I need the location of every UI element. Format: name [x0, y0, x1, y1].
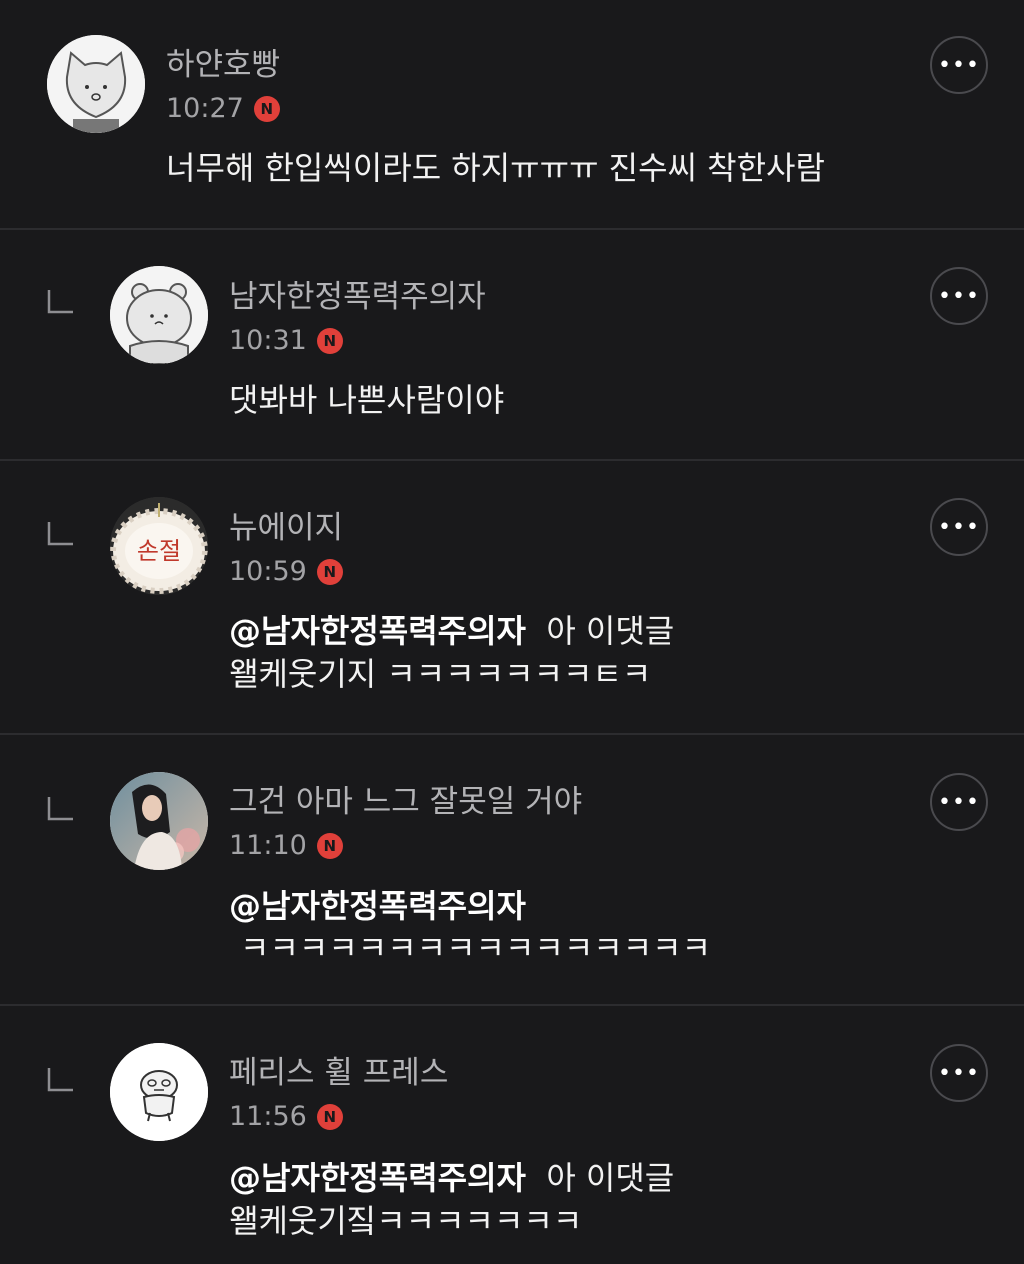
more-options-button[interactable]: •••	[930, 1044, 988, 1102]
comment-text-line: 왤케웃기지 ㅋㅋㅋㅋㅋㅋㅋㅌㅋ	[229, 655, 652, 693]
comment-text: @남자한정폭력주의자	[229, 884, 526, 928]
avatar[interactable]	[47, 35, 145, 133]
divider	[0, 733, 1024, 735]
comment-meta: 10:31 N	[229, 321, 343, 361]
mention-link[interactable]: @남자한정폭력주의자	[229, 887, 526, 925]
reply-arrow-icon	[47, 522, 75, 546]
mention-link[interactable]: @남자한정폭력주의자	[229, 1159, 526, 1197]
more-options-button[interactable]: •••	[930, 498, 988, 556]
comment-time: 10:27	[166, 93, 244, 124]
woman-photo-avatar-icon	[110, 772, 208, 870]
comment-text: 너무해 한입씩이라도 하지ㅠㅠㅠ 진수씨 착한사람	[166, 149, 825, 187]
divider	[0, 459, 1024, 461]
new-badge: N	[316, 833, 343, 859]
white-bear-avatar-icon	[110, 266, 208, 364]
comment-author[interactable]: 하얀호빵	[166, 45, 280, 85]
comment-meta: 10:59 N	[229, 552, 343, 592]
avatar[interactable]: 손절	[110, 497, 208, 595]
comment-meta: 11:10 N	[229, 826, 343, 866]
comment-text-line: 왤케웃기짘ㅋㅋㅋㅋㅋㅋㅋ	[229, 1202, 583, 1240]
comment-author[interactable]: 뉴에이지	[229, 508, 343, 548]
comment-author[interactable]: 그건 아마 느그 잘못일 거야	[229, 782, 582, 822]
new-badge: N	[316, 1104, 343, 1130]
comment-time: 10:59	[229, 556, 307, 587]
white-cat-avatar-icon	[47, 35, 145, 133]
avatar[interactable]	[110, 772, 208, 870]
comment-time: 11:10	[229, 830, 307, 861]
comment-text-line: 아 이댓글	[546, 612, 675, 650]
comment-text: @남자한정폭력주의자 아 이댓글	[229, 1156, 674, 1200]
more-options-button[interactable]: •••	[930, 36, 988, 94]
comment-meta: 11:56 N	[229, 1097, 343, 1137]
divider	[0, 228, 1024, 230]
duck-avatar-icon	[110, 1043, 208, 1141]
comment-text: @남자한정폭력주의자 아 이댓글	[229, 609, 674, 653]
comment-text-line: 아 이댓글	[546, 1159, 675, 1197]
reply-arrow-icon	[47, 290, 75, 314]
divider	[0, 1004, 1024, 1006]
comment-time: 11:56	[229, 1101, 307, 1132]
comment-text-line: ㅋㅋㅋㅋㅋㅋㅋㅋㅋㅋㅋㅋㅋㅋㅋㅋ	[240, 929, 712, 967]
avatar[interactable]	[110, 1043, 208, 1141]
comment-author[interactable]: 페리스 휠 프레스	[229, 1053, 448, 1093]
more-options-button[interactable]: •••	[930, 267, 988, 325]
reply-arrow-icon	[47, 797, 75, 821]
cake-text: 손절	[137, 537, 181, 565]
avatar[interactable]	[110, 266, 208, 364]
new-badge: N	[316, 559, 343, 585]
reply-arrow-icon	[47, 1068, 75, 1092]
comment-time: 10:31	[229, 325, 307, 356]
mention-link[interactable]: @남자한정폭력주의자	[229, 612, 526, 650]
more-options-button[interactable]: •••	[930, 773, 988, 831]
cake-avatar-icon: 손절	[110, 497, 208, 595]
comment-author[interactable]: 남자한정폭력주의자	[229, 277, 486, 317]
comment-meta: 10:27 N	[166, 89, 280, 129]
new-badge: N	[253, 96, 280, 122]
new-badge: N	[316, 328, 343, 354]
comment-text: 댓봐바 나쁜사람이야	[229, 381, 505, 419]
